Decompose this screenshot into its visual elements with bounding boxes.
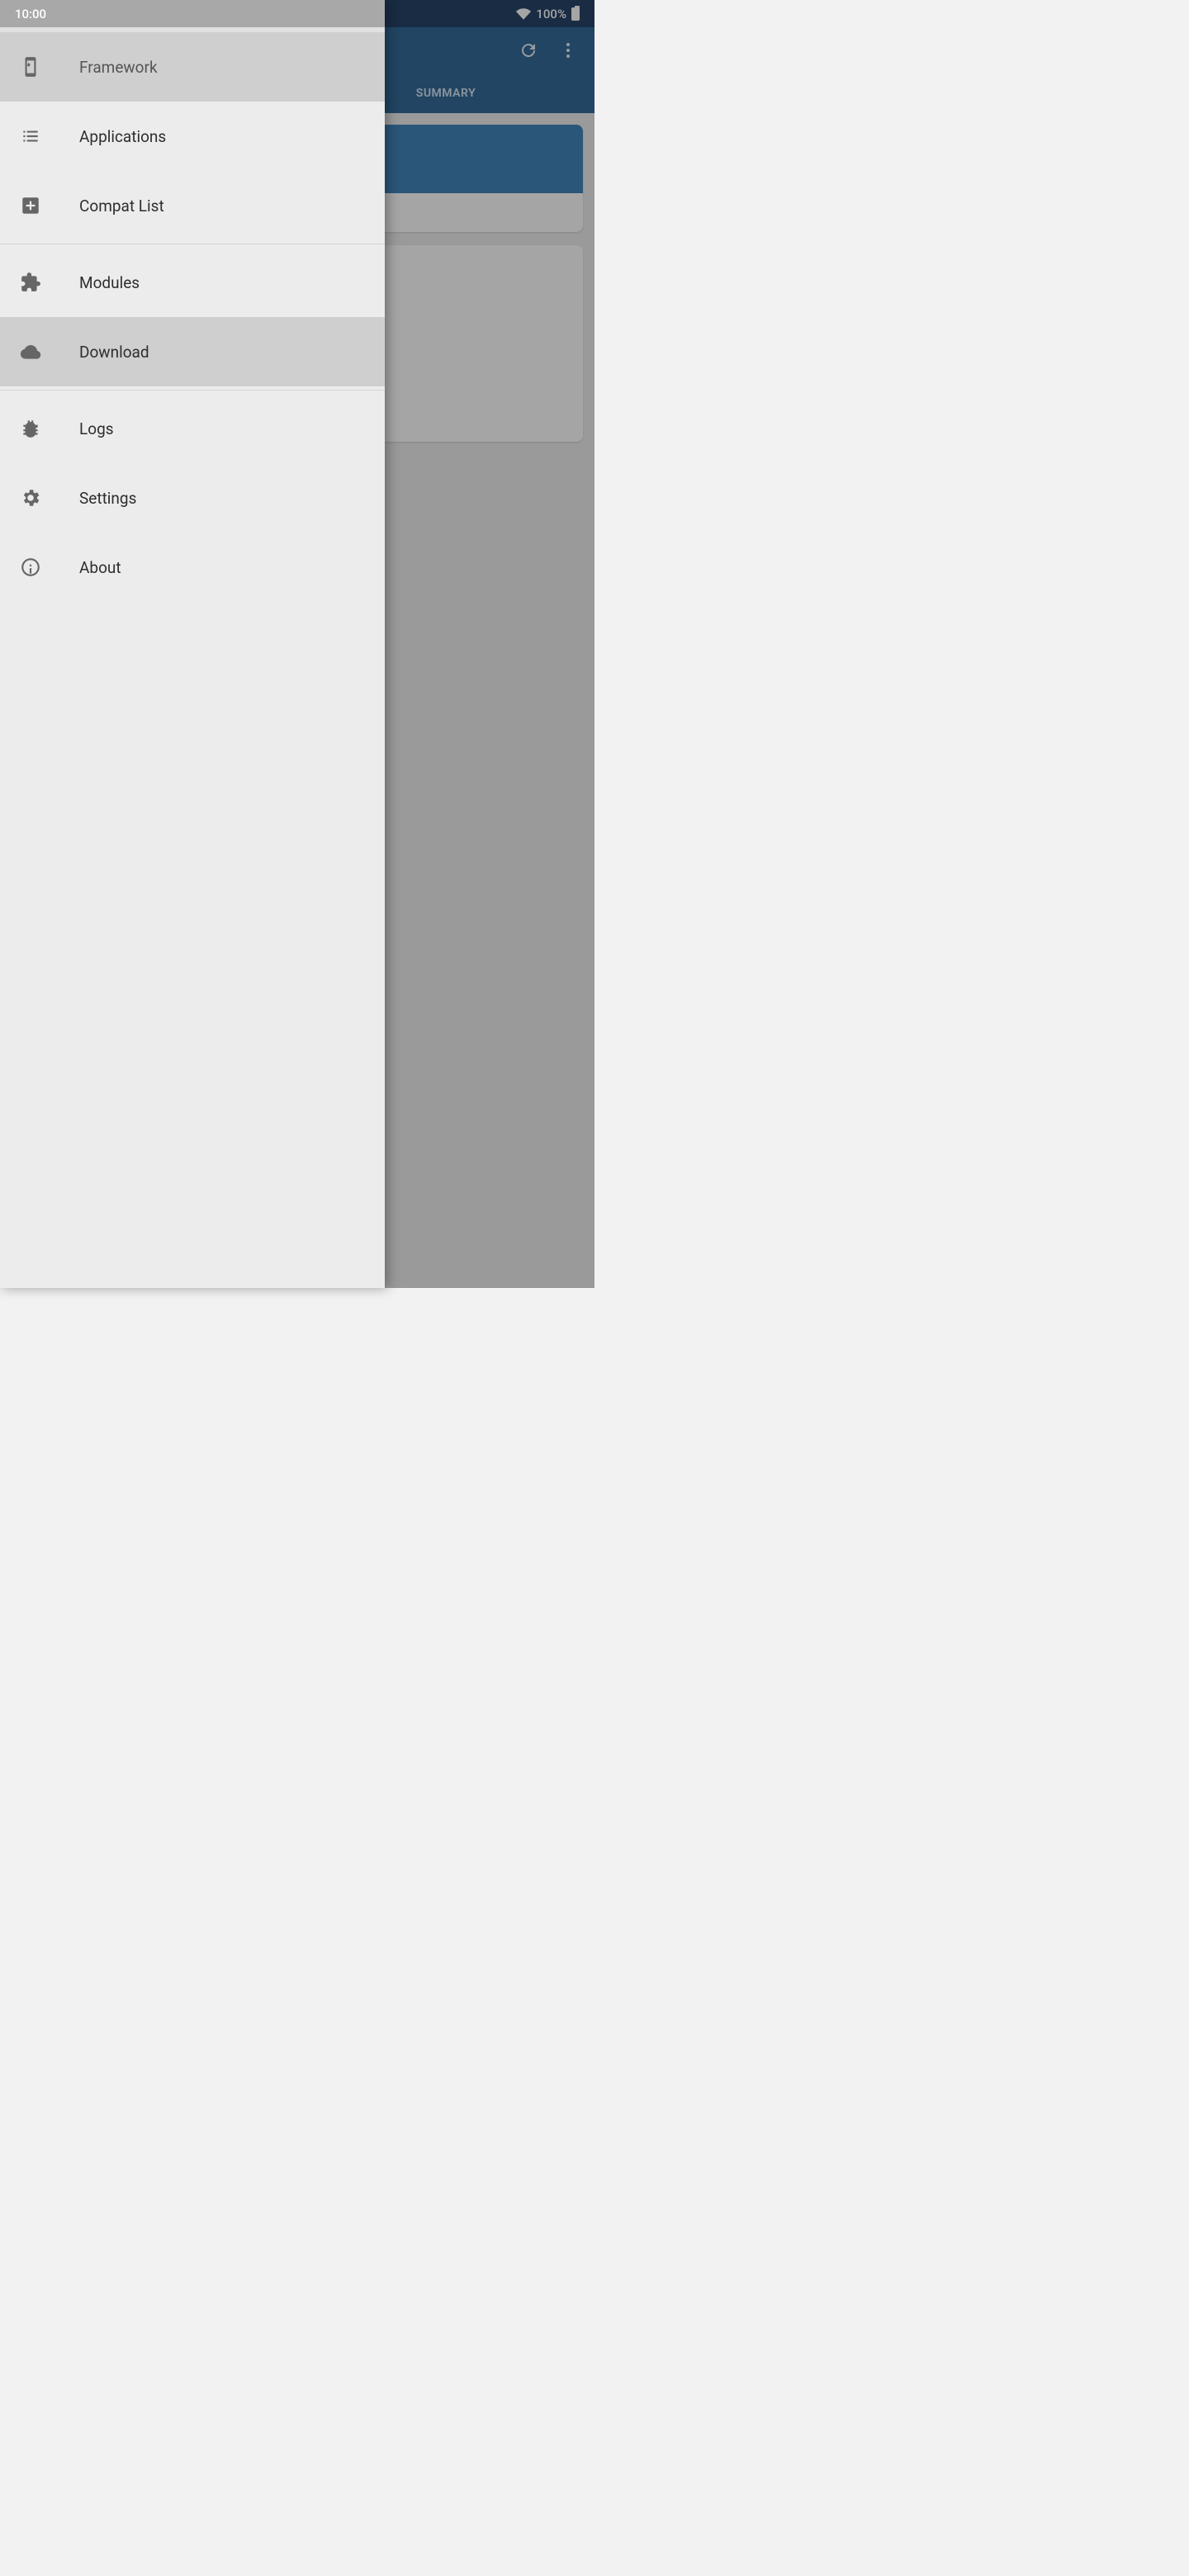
drawer-item-modules[interactable]: Modules bbox=[0, 248, 385, 317]
drawer-item-settings[interactable]: Settings bbox=[0, 463, 385, 533]
drawer-item-label: Compat List bbox=[79, 197, 164, 215]
drawer-item-framework[interactable]: Framework bbox=[0, 32, 385, 102]
plus-square-icon bbox=[20, 195, 79, 216]
drawer-item-label: Download bbox=[79, 343, 149, 362]
drawer-group-1: Modules Download bbox=[0, 248, 385, 386]
drawer-item-applications[interactable]: Applications bbox=[0, 102, 385, 171]
device-gear-icon bbox=[20, 56, 79, 78]
drawer-item-label: Applications bbox=[79, 127, 166, 146]
drawer-group-2: Logs Settings About bbox=[0, 394, 385, 602]
list-icon bbox=[20, 125, 79, 147]
drawer-group-0: Framework Applications Compat List bbox=[0, 32, 385, 240]
drawer-item-label: Logs bbox=[79, 419, 114, 438]
drawer-item-compat-list[interactable]: Compat List bbox=[0, 171, 385, 240]
drawer-item-download[interactable]: Download bbox=[0, 317, 385, 386]
drawer-item-label: Modules bbox=[79, 273, 140, 292]
info-icon bbox=[20, 556, 79, 578]
drawer-item-label: Settings bbox=[79, 489, 136, 508]
drawer-item-label: About bbox=[79, 558, 121, 577]
gear-icon bbox=[20, 487, 79, 509]
drawer-item-about[interactable]: About bbox=[0, 533, 385, 602]
drawer-item-logs[interactable]: Logs bbox=[0, 394, 385, 463]
puzzle-icon bbox=[20, 272, 79, 293]
cloud-icon bbox=[20, 341, 79, 362]
bug-icon bbox=[20, 418, 79, 439]
drawer-item-label: Framework bbox=[79, 58, 158, 77]
navigation-drawer: 10:00 Framework Applications Compat List bbox=[0, 0, 385, 1288]
drawer-divider bbox=[0, 390, 385, 391]
drawer-clock-text: 10:00 bbox=[15, 7, 46, 21]
drawer-status-strip: 10:00 bbox=[0, 0, 385, 27]
